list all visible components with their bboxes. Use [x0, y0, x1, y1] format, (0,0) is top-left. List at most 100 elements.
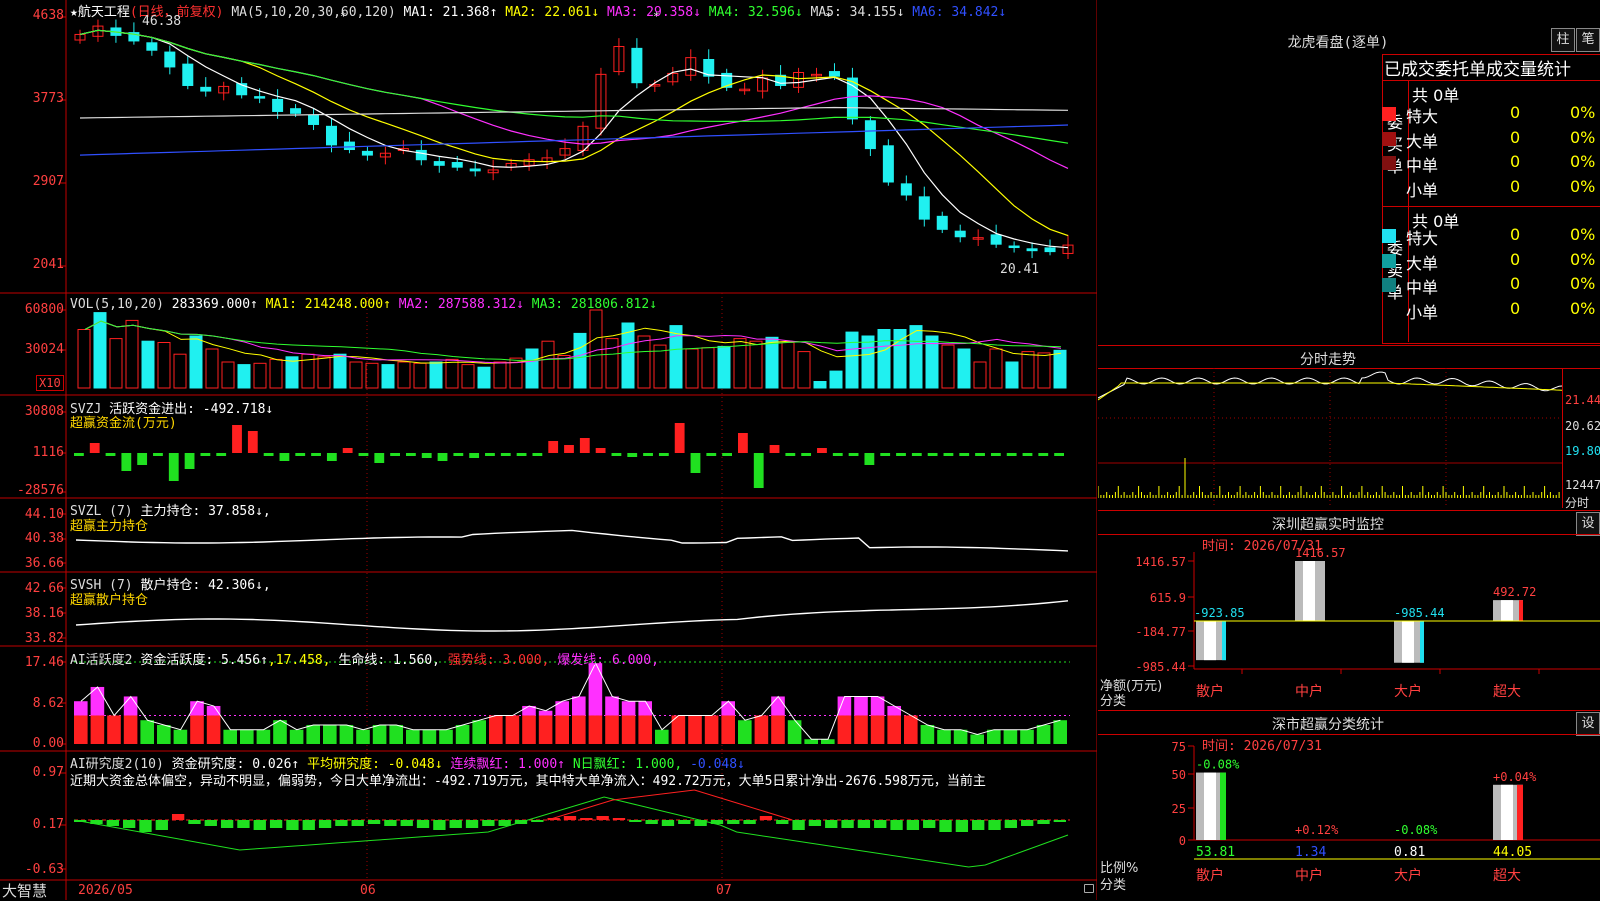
- research-bar: [1004, 820, 1018, 828]
- research-bar: [629, 820, 642, 822]
- research-bar: [416, 820, 430, 828]
- ma-params[interactable]: MA(5,10,20,30,60,120): [231, 5, 395, 20]
- active-bar: [489, 715, 503, 744]
- volume-bar: [973, 361, 987, 389]
- stock-name[interactable]: 航天工程: [78, 5, 130, 20]
- svzj-bar: [864, 453, 875, 465]
- active-bar: [223, 729, 237, 744]
- research-bar: [874, 820, 887, 828]
- volume-bar: [989, 348, 1003, 389]
- research-bar: [122, 820, 136, 828]
- research-bar: [384, 820, 397, 826]
- volume-bar: [685, 348, 699, 389]
- svzj-bar: [216, 453, 227, 456]
- volume-bar: [221, 361, 235, 389]
- svzj-bar: [311, 453, 321, 456]
- vol-label[interactable]: VOL(5,10,20): [70, 297, 164, 312]
- candle-body: [290, 108, 302, 114]
- active-bar-top: [588, 663, 603, 716]
- aiact-tick-3: 0.00: [32, 736, 64, 751]
- ai-active-v2: ,17.458,: [267, 653, 331, 668]
- svzj-bar: [374, 453, 385, 463]
- active-bar: [970, 734, 984, 744]
- svzj-bar: [516, 453, 527, 456]
- active-bar-top: [837, 696, 852, 716]
- aires-tick-2: 0.17: [32, 817, 64, 832]
- svzj-bar: [469, 453, 480, 458]
- classify-change-label: -0.08%: [1394, 823, 1438, 837]
- research-bar: [890, 820, 903, 830]
- svzj-bar: [1038, 453, 1049, 456]
- svzj-bar: [121, 453, 132, 471]
- research-bar: [678, 820, 691, 824]
- lock-icon[interactable]: [1084, 884, 1094, 893]
- volume-bar: [173, 353, 187, 389]
- active-bar: [738, 720, 752, 744]
- active-bar: [688, 715, 702, 744]
- order-row: 小单 0 0%: [1380, 177, 1600, 200]
- ai-active-header: AI活跃度2 资金活跃度: 5.456↑,17.458, 生命线: 1.560,…: [70, 649, 659, 668]
- svzj-bar: [643, 453, 653, 456]
- active-bar: [173, 729, 188, 744]
- volume-bar: [157, 342, 171, 389]
- active-bar: [74, 715, 88, 744]
- ai-active-label[interactable]: AI活跃度2: [70, 653, 132, 668]
- x-label-july: 07: [716, 883, 732, 898]
- favorite-star-icon[interactable]: ★: [70, 5, 78, 20]
- ma-line-5: [79, 106, 1069, 119]
- active-bar: [455, 724, 470, 744]
- order-color-swatch: [1382, 253, 1396, 268]
- svzj-bar: [769, 445, 780, 453]
- svzj-bar: [137, 453, 148, 465]
- active-bar-top: [555, 701, 569, 716]
- classify-tick: 50: [1172, 768, 1186, 782]
- svzj-bar: [1054, 453, 1064, 456]
- ai-research-note: 近期大资金总体偏空，异动不明显，偏弱势，今日大单净流出：-492.719万元，其…: [70, 774, 986, 789]
- research-bar: [580, 818, 593, 820]
- candle-body: [1044, 247, 1056, 253]
- aires-tick-3: -0.63: [24, 862, 64, 877]
- research-bar: [449, 820, 462, 828]
- active-bar: [289, 729, 304, 744]
- active-bar: [987, 729, 1001, 744]
- volume-bar: [589, 309, 603, 389]
- research-bar: [367, 820, 381, 824]
- research-bar: [482, 820, 495, 826]
- classify-category: 超大: [1493, 868, 1521, 884]
- vol-ma2: MA2: 287588.312↓: [398, 297, 524, 312]
- ai-active-desc: 资金活跃度: 5.456↑: [140, 653, 268, 668]
- active-bar: [1053, 720, 1067, 744]
- active-bar: [821, 739, 835, 744]
- volume-bar: [141, 340, 155, 389]
- app-logo[interactable]: 大智慧: [2, 880, 47, 901]
- research-bar: [204, 820, 217, 826]
- svzj-bar: [184, 453, 195, 469]
- main-chart-area[interactable]: * * * 4638 3773 2907 2041 60800 30024 X10 …: [0, 0, 1097, 900]
- volume-bar: [941, 344, 955, 389]
- svzj-bar: [848, 453, 859, 456]
- research-bar: [155, 820, 168, 830]
- volume-bar: [381, 364, 395, 389]
- svzj-bar: [390, 453, 400, 456]
- svsh-tick-2: 38.16: [24, 606, 64, 621]
- volume-bar: [461, 364, 475, 389]
- tick-mode-button[interactable]: 笔: [1576, 28, 1600, 52]
- active-bar: [904, 715, 918, 744]
- svzj-bar: [74, 453, 84, 456]
- active-bar: [787, 720, 802, 744]
- svzj-bar: [532, 453, 543, 456]
- volume-bar: [701, 347, 715, 389]
- svzj-bar: [674, 423, 685, 453]
- intraday-price-low: 19.80: [1565, 444, 1600, 458]
- intraday-chart[interactable]: [1098, 368, 1562, 508]
- monitor-category: 超大: [1493, 684, 1521, 700]
- low-price-label: 20.41: [1000, 262, 1040, 277]
- svzj-bar: [896, 453, 906, 456]
- bar-mode-button[interactable]: 柱: [1551, 28, 1575, 52]
- active-bar: [937, 729, 951, 744]
- candle-body: [936, 215, 948, 230]
- sz-classify-settings-button[interactable]: 设: [1576, 712, 1600, 736]
- candle-body: [200, 86, 212, 92]
- sz-monitor-settings-button[interactable]: 设: [1576, 512, 1600, 536]
- research-bar: [335, 820, 348, 826]
